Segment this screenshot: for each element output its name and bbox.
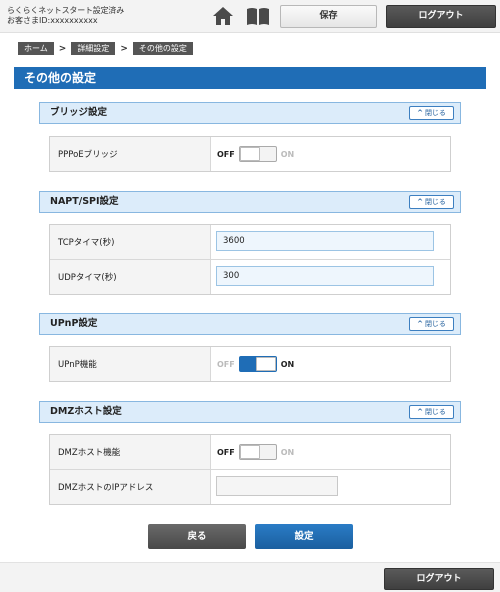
- section-title: UPnP設定: [50, 318, 98, 329]
- toggle-track[interactable]: [238, 146, 277, 162]
- chevron-up-icon: ^: [417, 320, 423, 328]
- table-row: PPPoEブリッジ OFF ON: [50, 137, 450, 171]
- section-title: NAPT/SPI設定: [50, 196, 119, 207]
- toggle-knob[interactable]: [255, 357, 276, 371]
- table-row: DMZホストのIPアドレス: [50, 470, 450, 504]
- dmz-function-label: DMZホスト機能: [50, 435, 211, 469]
- chevron-up-icon: ^: [417, 408, 423, 416]
- breadcrumb-separator: >: [58, 43, 67, 54]
- collapse-button[interactable]: ^ 閉じる: [409, 317, 454, 331]
- upnp-toggle[interactable]: OFF ON: [217, 356, 294, 372]
- napt-settings-table: TCPタイマ(秒) UDPタイマ(秒): [49, 224, 451, 295]
- udp-timer-input[interactable]: [216, 266, 434, 286]
- collapse-label: 閉じる: [424, 408, 446, 416]
- collapse-button[interactable]: ^ 閉じる: [409, 405, 454, 419]
- collapse-button[interactable]: ^ 閉じる: [409, 106, 454, 120]
- logout-button-top[interactable]: ログアウト: [386, 5, 496, 28]
- section-title: DMZホスト設定: [50, 406, 122, 417]
- customer-id-text: お客さまID:xxxxxxxxxx: [7, 16, 98, 25]
- toggle-off-label: OFF: [217, 359, 235, 369]
- section-header-bridge: ブリッジ設定 ^ 閉じる: [39, 102, 461, 124]
- toggle-on-label: ON: [280, 359, 295, 369]
- dmz-ip-address-input[interactable]: [216, 476, 338, 496]
- chevron-up-icon: ^: [417, 109, 423, 117]
- section-header-napt: NAPT/SPI設定 ^ 閉じる: [39, 191, 461, 213]
- breadcrumb-separator: >: [120, 43, 128, 54]
- dmz-ip-address-label: DMZホストのIPアドレス: [50, 470, 211, 504]
- toggle-track[interactable]: [238, 444, 277, 460]
- collapse-button[interactable]: ^ 閉じる: [409, 195, 454, 209]
- logout-button-bottom[interactable]: ログアウト: [384, 568, 494, 590]
- breadcrumb-current: その他の設定: [132, 42, 193, 55]
- pppoe-bridge-label: PPPoEブリッジ: [50, 137, 211, 171]
- chevron-up-icon: ^: [417, 198, 423, 206]
- toggle-on-label: ON: [280, 149, 295, 159]
- save-button[interactable]: 保存: [280, 5, 377, 28]
- toggle-knob[interactable]: [239, 147, 260, 161]
- collapse-label: 閉じる: [424, 320, 446, 328]
- page-title: その他の設定: [14, 67, 486, 89]
- breadcrumb: ホーム > 詳細設定 > その他の設定: [18, 42, 193, 55]
- dmz-settings-table: DMZホスト機能 OFF ON DMZホストのIPアドレス: [49, 434, 451, 505]
- breadcrumb-advanced-settings[interactable]: 詳細設定: [71, 42, 116, 55]
- bridge-settings-table: PPPoEブリッジ OFF ON: [49, 136, 451, 172]
- dmz-toggle[interactable]: OFF ON: [217, 444, 294, 460]
- tcp-timer-input[interactable]: [216, 231, 434, 251]
- toggle-track[interactable]: [238, 356, 277, 372]
- toggle-off-label: OFF: [217, 149, 235, 159]
- home-icon[interactable]: [212, 6, 234, 26]
- upnp-settings-table: UPnP機能 OFF ON: [49, 346, 451, 382]
- tcp-timer-label: TCPタイマ(秒): [50, 225, 211, 259]
- table-row: UPnP機能 OFF ON: [50, 347, 450, 381]
- pppoe-bridge-toggle[interactable]: OFF ON: [217, 146, 294, 162]
- apply-settings-button[interactable]: 設定: [255, 524, 353, 549]
- section-header-upnp: UPnP設定 ^ 閉じる: [39, 313, 461, 335]
- udp-timer-label: UDPタイマ(秒): [50, 260, 211, 294]
- breadcrumb-home[interactable]: ホーム: [18, 42, 54, 55]
- manual-book-icon[interactable]: [245, 6, 271, 26]
- top-bar: らくらくネットスタート設定済み お客さまID:xxxxxxxxxx 保存 ログア…: [0, 0, 500, 33]
- section-header-dmz: DMZホスト設定 ^ 閉じる: [39, 401, 461, 423]
- back-button[interactable]: 戻る: [148, 524, 246, 549]
- collapse-label: 閉じる: [424, 198, 446, 206]
- toggle-off-label: OFF: [217, 447, 235, 457]
- upnp-function-label: UPnP機能: [50, 347, 211, 381]
- section-title: ブリッジ設定: [50, 107, 108, 118]
- collapse-label: 閉じる: [424, 109, 446, 117]
- table-row: UDPタイマ(秒): [50, 260, 450, 294]
- table-row: TCPタイマ(秒): [50, 225, 450, 260]
- table-row: DMZホスト機能 OFF ON: [50, 435, 450, 470]
- toggle-knob[interactable]: [239, 445, 260, 459]
- toggle-on-label: ON: [280, 447, 295, 457]
